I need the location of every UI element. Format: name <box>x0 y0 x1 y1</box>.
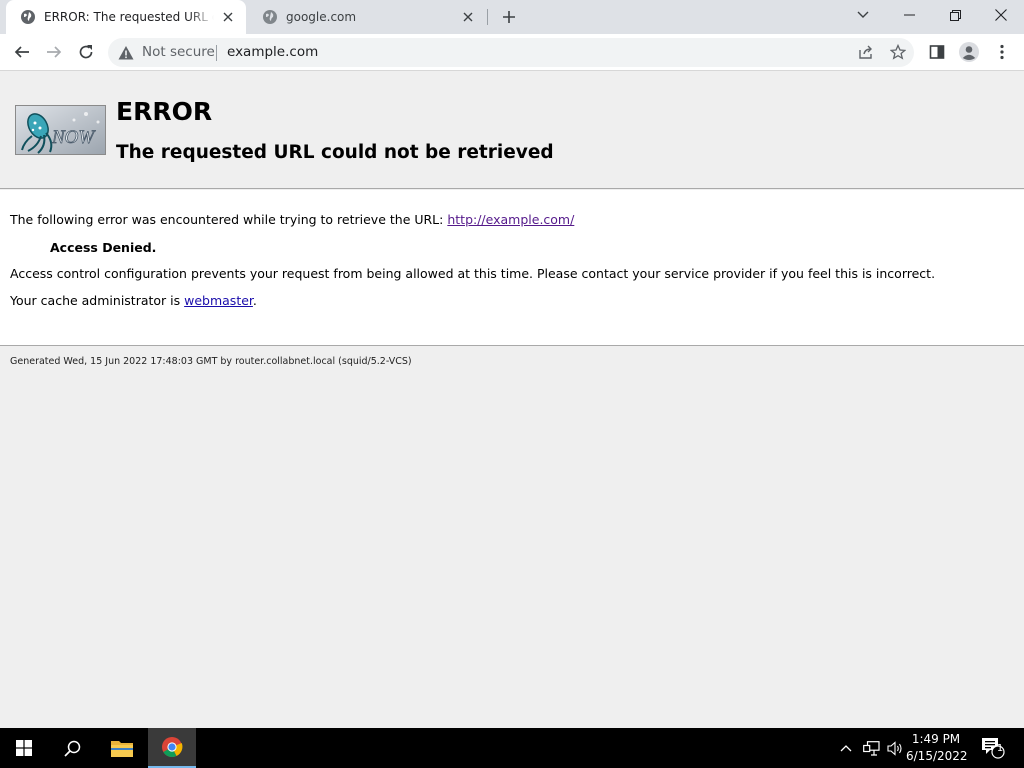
tab-google[interactable]: google.com <box>248 0 486 34</box>
address-bar[interactable]: Not secure example.com <box>108 38 914 67</box>
bookmark-button[interactable] <box>885 39 911 65</box>
taskbar-clock[interactable]: 1:49 PM 6/15/2022 <box>906 731 968 765</box>
reload-icon <box>79 45 93 59</box>
error-url-link[interactable]: http://example.com/ <box>447 212 574 227</box>
clock-time: 1:49 PM <box>911 732 961 746</box>
share-icon <box>859 45 872 59</box>
explanation-text: Access control configuration prevents yo… <box>10 266 936 281</box>
page-subtitle: The requested URL could not be retrieved <box>116 142 554 163</box>
security-label[interactable]: Not secure <box>142 44 215 60</box>
file-explorer-icon <box>111 741 133 757</box>
close-icon[interactable] <box>460 9 476 25</box>
tab-strip: ERROR: The requested URL could not be re… <box>0 0 1024 34</box>
close-icon[interactable] <box>220 9 236 25</box>
access-denied-label: Access Denied. <box>50 240 157 255</box>
forward-button[interactable] <box>41 39 67 65</box>
network-button[interactable] <box>860 728 882 768</box>
menu-button[interactable] <box>989 39 1015 65</box>
globe-icon <box>21 10 35 24</box>
intro-paragraph: The following error was encountered whil… <box>10 212 574 227</box>
share-button[interactable] <box>853 39 879 65</box>
action-center-button[interactable]: 1 <box>978 728 1008 768</box>
minimize-icon <box>903 14 915 16</box>
page-title: ERROR <box>116 97 213 126</box>
tab-error-page[interactable]: ERROR: The requested URL could not be re… <box>6 0 246 34</box>
restore-icon <box>949 9 961 21</box>
url-text[interactable]: example.com <box>227 44 318 60</box>
tab-title: google.com <box>286 10 357 24</box>
search-button[interactable] <box>48 728 96 768</box>
admin-paragraph: Your cache administrator is webmaster. <box>10 293 257 308</box>
squid-logo: NOW <box>15 105 106 155</box>
restore-button[interactable] <box>932 0 978 30</box>
window-close-button[interactable] <box>978 0 1024 30</box>
search-icon <box>63 740 80 757</box>
windows-taskbar: 1:49 PM 6/15/2022 1 <box>0 728 1024 768</box>
clock-date: 6/15/2022 <box>906 749 968 763</box>
chrome-icon <box>162 737 183 757</box>
globe-icon <box>263 10 277 24</box>
start-button[interactable] <box>0 728 48 768</box>
tab-title: ERROR: The requested URL could not be re… <box>44 10 214 24</box>
windows-start-icon <box>16 740 32 756</box>
volume-icon <box>886 740 902 756</box>
file-explorer-button[interactable] <box>98 728 146 768</box>
forward-arrow-icon <box>47 46 62 58</box>
tab-search-button[interactable] <box>840 0 886 30</box>
admin-prefix: Your cache administrator is <box>10 293 185 308</box>
chevron-down-icon <box>857 11 869 18</box>
page-content: NOW ERROR The requested URL could not be… <box>0 71 1024 728</box>
side-panel-icon <box>929 45 945 59</box>
admin-suffix: . <box>252 293 257 308</box>
warning-icon[interactable] <box>118 45 134 61</box>
notification-count: 1 <box>996 743 1004 754</box>
error-details: The following error was encountered whil… <box>0 190 1024 346</box>
error-header: NOW ERROR The requested URL could not be… <box>0 71 1024 189</box>
new-tab-button[interactable] <box>498 6 520 28</box>
profile-icon <box>959 42 979 62</box>
network-icon <box>862 740 880 756</box>
plus-icon <box>503 11 515 23</box>
menu-dots-icon <box>1000 44 1004 60</box>
reload-button[interactable] <box>73 39 99 65</box>
star-icon <box>890 44 906 60</box>
show-hidden-icons-button[interactable] <box>836 728 856 768</box>
chrome-taskbar-button[interactable] <box>148 728 196 768</box>
intro-text: The following error was encountered whil… <box>10 212 448 227</box>
profile-button[interactable] <box>956 39 982 65</box>
webmaster-link[interactable]: webmaster <box>184 293 253 308</box>
omnibox-divider <box>216 45 217 61</box>
browser-toolbar: Not secure example.com <box>0 34 1024 71</box>
chevron-up-icon <box>840 745 852 752</box>
back-arrow-icon <box>14 46 29 58</box>
back-button[interactable] <box>9 39 35 65</box>
minimize-button[interactable] <box>886 0 932 30</box>
window-close-icon <box>995 9 1007 21</box>
volume-button[interactable] <box>884 728 906 768</box>
tab-separator <box>487 9 488 25</box>
side-panel-button[interactable] <box>924 39 950 65</box>
generated-footer: Generated Wed, 15 Jun 2022 17:48:03 GMT … <box>10 356 412 367</box>
logo-text: NOW <box>51 127 96 148</box>
